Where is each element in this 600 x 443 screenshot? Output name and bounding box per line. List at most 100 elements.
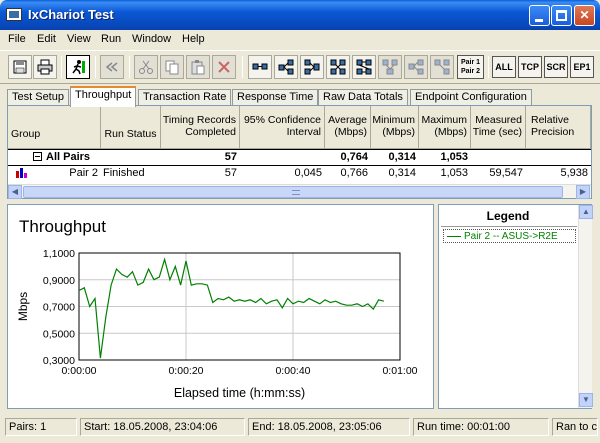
x-tick-label: 0:00:40 <box>275 365 310 377</box>
x-tick-label: 0:00:20 <box>168 365 203 377</box>
menu-edit[interactable]: Edit <box>37 33 56 45</box>
pair-row-measured-time: 59,547 <box>489 167 523 179</box>
pair-2-label: Pair 2 <box>460 68 481 75</box>
minimize-button[interactable] <box>529 5 550 26</box>
pair-swap-button[interactable]: Pair 1 Pair 2 <box>457 55 484 79</box>
paste-button[interactable] <box>186 55 210 79</box>
pair-1-label: Pair 1 <box>460 59 481 66</box>
delete-button[interactable] <box>212 55 236 79</box>
back-button[interactable] <box>100 55 124 79</box>
col-header-measured-time[interactable]: Measured Time (sec) <box>471 106 526 149</box>
col-header-average-line1: Average <box>328 114 367 126</box>
copy-button[interactable] <box>160 55 184 79</box>
scroll-grip-icon <box>292 190 300 195</box>
y-axis-label: Mbps <box>16 292 30 321</box>
tab-raw-data-totals[interactable]: Raw Data Totals <box>318 89 408 106</box>
collapse-toggle-icon[interactable] <box>33 152 42 161</box>
col-header-minimum-line2: (Mbps) <box>382 126 415 138</box>
edit-multicast-button[interactable] <box>378 55 402 79</box>
swap-endpoints-button[interactable] <box>352 55 376 79</box>
tab-response-time[interactable]: Response Time <box>232 89 319 106</box>
edit-endpoint-button[interactable] <box>430 55 454 79</box>
save-button[interactable] <box>8 55 32 79</box>
edit-pair-icon <box>330 59 346 75</box>
pair-row-group[interactable]: Pair 2 <box>8 166 101 181</box>
y-tick-label: 0,9000 <box>43 275 75 287</box>
filter-ep1-button[interactable]: EP1 <box>570 56 594 78</box>
x-axis-label: Elapsed time (h:mm:ss) <box>174 386 305 400</box>
legend-vertical-scrollbar[interactable]: ▲ ▼ <box>578 205 593 408</box>
print-button[interactable] <box>33 55 57 79</box>
menu-file[interactable]: File <box>8 33 26 45</box>
col-header-maximum[interactable]: Maximum (Mbps) <box>419 106 471 149</box>
edit-pair-button[interactable] <box>326 55 350 79</box>
filter-tcp-button[interactable]: TCP <box>518 56 542 78</box>
menu-window[interactable]: Window <box>132 33 171 45</box>
maximize-button[interactable] <box>551 5 572 26</box>
save-icon <box>13 60 27 74</box>
toolbar-separator <box>95 56 96 78</box>
summary-group[interactable]: All Pairs <box>44 150 134 165</box>
menu-bar: File Edit View Run Window Help <box>0 30 600 49</box>
pair-row-minimum: 0,314 <box>388 167 416 179</box>
multicast-icon <box>278 59 294 75</box>
col-header-relative-line2: Precision <box>531 126 575 138</box>
pair-row-status: Finished <box>103 167 145 179</box>
tab-test-setup[interactable]: Test Setup <box>7 89 69 106</box>
col-header-minimum[interactable]: Minimum (Mbps) <box>371 106 419 149</box>
col-header-confidence[interactable]: 95% Confidence Interval <box>240 106 325 149</box>
toolbar: Pair 1 Pair 2 ALL TCP SCR EP1 <box>0 50 600 84</box>
col-header-average-line2: (Mbps) <box>334 126 367 138</box>
x-tick-label: 0:01:00 <box>382 365 417 377</box>
run-button[interactable] <box>66 55 90 79</box>
add-pair-button[interactable] <box>248 55 272 79</box>
filter-all-button[interactable]: ALL <box>492 56 516 78</box>
add-hardware-pair-button[interactable] <box>300 55 324 79</box>
summary-minimum: 0,314 <box>388 151 416 163</box>
status-bar: Pairs: 1 Start: 18.05.2008, 23:04:06 End… <box>0 413 600 443</box>
summary-maximum: 1,053 <box>440 151 468 163</box>
tab-throughput[interactable]: Throughput <box>70 86 137 107</box>
add-multicast-button[interactable] <box>274 55 298 79</box>
menu-run[interactable]: Run <box>101 33 121 45</box>
col-header-group-label: Group <box>11 128 41 140</box>
scissors-icon <box>139 60 153 74</box>
scroll-thumb[interactable] <box>23 186 563 198</box>
edit-hardware-button[interactable] <box>404 55 428 79</box>
toolbar-separator <box>242 56 243 78</box>
col-header-run-status[interactable]: Run Status <box>101 106 161 149</box>
col-header-relative-precision[interactable]: Relative Precision <box>526 106 591 149</box>
col-header-maximum-line2: (Mbps) <box>434 126 467 138</box>
cut-button[interactable] <box>134 55 158 79</box>
table-horizontal-scrollbar[interactable]: ◀ ▶ <box>8 184 591 199</box>
close-button[interactable]: ✕ <box>574 5 595 26</box>
col-header-relative-line1: Relative <box>531 114 569 126</box>
swap-endpoints-icon <box>356 59 372 75</box>
col-header-group[interactable]: Group <box>8 106 101 149</box>
tab-transaction-rate[interactable]: Transaction Rate <box>138 89 232 106</box>
title-bar[interactable]: IxChariot Test ✕ <box>0 0 600 30</box>
col-header-measured-line1: Measured <box>475 114 522 126</box>
pair-row-confidence: 0,045 <box>294 167 322 179</box>
y-tick-label: 0,5000 <box>43 328 75 340</box>
delete-x-icon <box>218 61 230 73</box>
tab-endpoint-configuration[interactable]: Endpoint Configuration <box>410 89 532 106</box>
close-icon: ✕ <box>579 8 590 22</box>
legend-item-label: Pair 2 -- ASUS->R2E <box>464 231 558 242</box>
scroll-down-icon[interactable]: ▼ <box>579 393 593 407</box>
status-start: Start: 18.05.2008, 23:04:06 <box>80 418 245 436</box>
legend-item-pair-2[interactable]: Pair 2 -- ASUS->R2E <box>443 229 576 243</box>
copy-icon <box>165 60 179 75</box>
scroll-right-icon[interactable]: ▶ <box>576 185 590 199</box>
scroll-up-icon[interactable]: ▲ <box>579 205 593 219</box>
col-header-average[interactable]: Average (Mbps) <box>325 106 371 149</box>
menu-help[interactable]: Help <box>182 33 205 45</box>
col-header-measured-line2: Time (sec) <box>472 126 522 138</box>
x-tick-label: 0:00:00 <box>61 365 96 377</box>
col-header-timing-records[interactable]: Timing Records Completed <box>161 106 240 149</box>
maximize-icon <box>556 10 567 21</box>
menu-view[interactable]: View <box>67 33 91 45</box>
col-header-confidence-line1: 95% Confidence <box>243 114 321 126</box>
scroll-left-icon[interactable]: ◀ <box>8 185 22 199</box>
filter-scr-button[interactable]: SCR <box>544 56 568 78</box>
